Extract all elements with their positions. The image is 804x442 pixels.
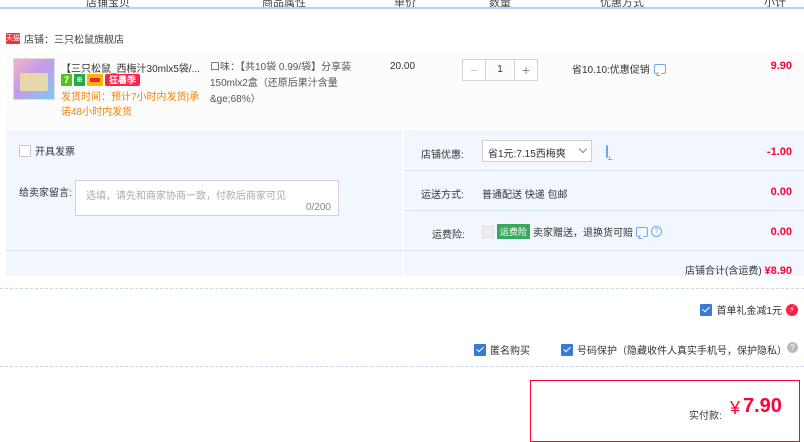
shipping-note: 发货时间：预计7小时内发货|承诺48小时内发货 bbox=[61, 92, 200, 118]
qty-minus-button[interactable]: − bbox=[462, 59, 486, 81]
insurance-badge: 运费险 bbox=[497, 224, 531, 239]
shipping-label: 运送方式: bbox=[421, 190, 464, 201]
message-placeholder: 选填，请先和商家协商一致，付款后商家可见 bbox=[86, 191, 286, 202]
product-badges: 7 ⊕ 狂暑季 bbox=[61, 74, 141, 86]
lightning-icon: ⚡ bbox=[786, 303, 798, 316]
product-title[interactable]: 【三只松鼠_西梅汁30mlx5袋/... bbox=[61, 60, 211, 75]
message-char-count: 0/200 bbox=[305, 202, 331, 213]
promo-info: 省10.10:优惠促销 bbox=[572, 61, 666, 76]
message-textarea[interactable]: 选填，请先和商家协商一致，付款后商家可见 0/200 bbox=[75, 180, 339, 216]
divider bbox=[6, 250, 804, 251]
pay-amount: 7.90 bbox=[743, 395, 782, 417]
insurance-option: 运费险 卖家赠送，退换货可赔 ? bbox=[482, 224, 663, 239]
help-icon[interactable]: ? bbox=[651, 226, 663, 237]
promo-text: 省10.10:优惠促销 bbox=[572, 65, 650, 76]
number-protect-option[interactable]: 号码保护（隐藏收件人真实手机号，保护隐私） bbox=[561, 342, 787, 357]
anonymous-checkbox[interactable] bbox=[474, 343, 486, 356]
anonymous-option[interactable]: 匿名购买 bbox=[474, 342, 530, 357]
qty-plus-button[interactable]: + bbox=[514, 59, 538, 81]
shop-name[interactable]: 店铺：三只松鼠旗舰店 bbox=[24, 31, 124, 46]
chevron-down-icon bbox=[578, 144, 588, 154]
shipping-amount: 0.00 bbox=[770, 186, 792, 198]
insurance-checkbox bbox=[482, 225, 494, 238]
shop-discount-label: 店铺优惠: bbox=[421, 150, 464, 161]
divider bbox=[404, 170, 804, 171]
section-divider bbox=[0, 288, 804, 290]
invoice-checkbox[interactable] bbox=[19, 144, 31, 157]
tmall-logo-icon: 天猫 bbox=[6, 33, 20, 44]
message-label: 给卖家留言: bbox=[19, 188, 72, 199]
shop-discount-value: 省1元:7.15西梅爽 bbox=[488, 149, 566, 160]
help-icon[interactable]: ? bbox=[787, 342, 798, 353]
anonymous-label: 匿名购买 bbox=[490, 346, 530, 357]
qty-input[interactable]: 1 bbox=[486, 59, 514, 81]
first-order-checkbox[interactable] bbox=[700, 303, 713, 316]
card-payment-icon bbox=[87, 74, 103, 86]
invoice-option[interactable]: 开具发票 bbox=[19, 143, 75, 158]
header-divider bbox=[0, 7, 804, 9]
shop-total: 店铺合计(含运费) ¥8.90 bbox=[685, 262, 792, 277]
quantity-stepper: − 1 + bbox=[462, 59, 538, 81]
discount-detail-icon[interactable] bbox=[606, 145, 608, 158]
product-attributes: 口味：【共10袋 0.99/袋】分享装150mlx2盒（还原后果汁含量&ge;6… bbox=[210, 62, 352, 105]
pay-label: 实付款: bbox=[689, 411, 722, 422]
guarantee-icon: ⊕ bbox=[74, 74, 85, 86]
shop-discount-amount: -1.00 bbox=[766, 146, 792, 158]
insurance-text: 卖家赠送，退换货可赔 bbox=[533, 228, 634, 239]
invoice-label: 开具发票 bbox=[35, 147, 75, 158]
shop-discount-select[interactable]: 省1元:7.15西梅爽 bbox=[482, 140, 592, 162]
divider bbox=[404, 210, 804, 211]
options-right-panel bbox=[404, 130, 804, 276]
seven-day-return-icon: 7 bbox=[61, 74, 72, 86]
shop-row: 天猫 店铺：三只松鼠旗舰店 bbox=[6, 31, 124, 46]
promo-detail-icon[interactable] bbox=[653, 63, 666, 74]
shop-total-value: ¥8.90 bbox=[764, 265, 792, 277]
first-order-label: 首单礼金减1元 bbox=[716, 306, 782, 317]
item-subtotal: 9.90 bbox=[770, 60, 792, 72]
number-protect-checkbox[interactable] bbox=[561, 343, 573, 356]
number-protect-label: 号码保护（隐藏收件人真实手机号，保护隐私） bbox=[577, 346, 787, 357]
shipping-value: 普通配送 快递 包邮 bbox=[482, 190, 568, 201]
insurance-amount: 0.00 bbox=[770, 226, 792, 238]
insurance-detail-icon[interactable] bbox=[636, 226, 649, 237]
unit-price: 20.00 bbox=[390, 61, 416, 72]
pay-currency: ¥ bbox=[730, 398, 741, 418]
summer-sale-badge: 狂暑季 bbox=[105, 74, 141, 86]
insurance-label: 运费险: bbox=[432, 230, 465, 241]
shop-total-label: 店铺合计(含运费) bbox=[685, 266, 762, 277]
payment-summary: 实付款: ¥ 7.90 bbox=[530, 380, 800, 442]
section-divider bbox=[0, 366, 804, 368]
first-order-option[interactable]: 首单礼金减1元 ⚡ bbox=[700, 302, 798, 317]
product-thumbnail[interactable] bbox=[13, 58, 55, 100]
